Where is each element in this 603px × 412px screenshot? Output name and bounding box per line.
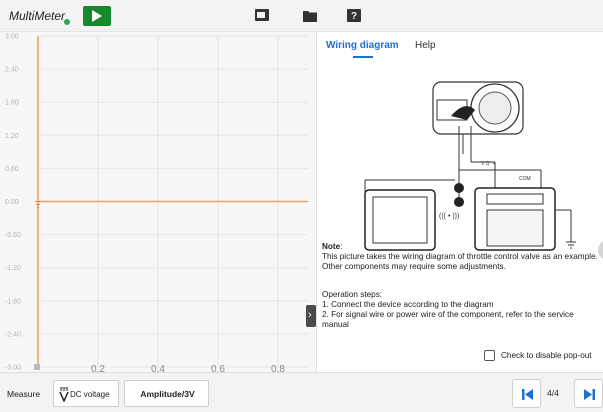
y-tick-label: -3.00 bbox=[5, 365, 21, 372]
amplitude-label: Amplitude/3V bbox=[140, 389, 195, 399]
x-tick-label: 0.8 bbox=[271, 364, 285, 372]
y-tick-label: -0.60 bbox=[5, 232, 21, 239]
y-tick-label: -1.20 bbox=[5, 265, 21, 272]
wiring-diagram-image: V Ω ➝ COM ((( • ))) bbox=[364, 81, 576, 251]
y-tick-label: 3.00 bbox=[5, 34, 19, 41]
active-tab-indicator bbox=[353, 56, 373, 58]
skip-previous-icon bbox=[522, 389, 533, 400]
v-ohm-label: V Ω ➝ bbox=[481, 161, 495, 167]
next-page-button[interactable] bbox=[574, 379, 603, 408]
throttle-body-icon bbox=[432, 81, 524, 154]
dc-voltage-icon bbox=[59, 387, 69, 402]
y-tick-label: 1.80 bbox=[5, 100, 19, 107]
y-tick-label: 0.60 bbox=[5, 166, 19, 173]
status-dot-icon bbox=[64, 19, 70, 25]
skip-next-icon bbox=[584, 389, 595, 400]
y-tick-label: 1.20 bbox=[5, 133, 19, 140]
note-section: Note: This picture takes the wiring diag… bbox=[322, 242, 598, 271]
y-tick-label: 2.40 bbox=[5, 67, 19, 74]
ops-title: Operation steps: bbox=[322, 290, 383, 299]
connector-icon bbox=[454, 197, 464, 207]
x-tick-label: 0.6 bbox=[211, 364, 225, 372]
note-text: This picture takes the wiring diagram of… bbox=[322, 252, 598, 271]
ops-step: 2. For signal wire or power wire of the … bbox=[322, 310, 574, 329]
amplitude-button[interactable]: Amplitude/3V bbox=[124, 380, 209, 407]
bottom-toolbar: Measure DC voltage Amplitude/3V 4/4 bbox=[0, 372, 603, 412]
app-title: MultiMeter bbox=[9, 9, 66, 23]
info-panel: Wiring diagram Help V Ω ➝ COM (((•))) … bbox=[316, 32, 603, 372]
top-toolbar: MultiMeter ? bbox=[0, 0, 603, 32]
multimeter-app: MultiMeter ? 3.00 2.40 1.80 1.20 0.60 0.00 -0.… bbox=[0, 0, 603, 412]
x-tick-label: 0.4 bbox=[151, 364, 165, 372]
chart-canvas[interactable]: 3.00 2.40 1.80 1.20 0.60 0.00 -0.60 -1.20 -1.80 -… bbox=[0, 32, 316, 372]
help-icon[interactable]: ? bbox=[346, 8, 362, 23]
svg-text:?: ? bbox=[351, 11, 357, 22]
disable-popout-checkbox[interactable] bbox=[484, 350, 495, 361]
wireless-icon: ((( • ))) bbox=[439, 213, 459, 220]
page-indicator: 4/4 bbox=[547, 388, 559, 398]
trigger-marker-icon bbox=[34, 364, 40, 370]
dc-voltage-label: DC voltage bbox=[70, 390, 110, 399]
play-button[interactable] bbox=[83, 6, 111, 26]
previous-page-button[interactable] bbox=[512, 379, 541, 408]
waveform-chart[interactable]: 3.00 2.40 1.80 1.20 0.60 0.00 -0.60 -1.20 -1.80 -… bbox=[0, 32, 316, 372]
multimeter-box-icon bbox=[474, 187, 576, 251]
note-label: Note bbox=[322, 242, 341, 251]
checkbox-label: Check to disable pop-out bbox=[501, 351, 592, 360]
com-label: COM bbox=[519, 176, 531, 182]
screenshot-icon[interactable] bbox=[254, 8, 270, 23]
dc-voltage-button[interactable]: DC voltage bbox=[53, 380, 119, 407]
measure-label: Measure bbox=[7, 389, 41, 399]
play-icon bbox=[92, 10, 102, 22]
ops-step: 1. Connect the device according to the d… bbox=[322, 300, 494, 309]
connector-icon bbox=[454, 183, 464, 193]
y-tick-label: 0.00 bbox=[5, 199, 19, 206]
y-tick-label: -2.40 bbox=[5, 331, 21, 338]
x-tick-label: 0.2 bbox=[91, 364, 105, 372]
folder-icon[interactable] bbox=[302, 8, 318, 23]
tab-help[interactable]: Help bbox=[415, 40, 436, 51]
chevron-right-icon: › bbox=[308, 309, 312, 321]
y-tick-label: -1.80 bbox=[5, 298, 21, 305]
tab-wiring-diagram[interactable]: Wiring diagram bbox=[326, 40, 399, 51]
operation-steps: Operation steps: 1. Connect the device a… bbox=[322, 290, 600, 330]
collapse-panel-button[interactable]: › bbox=[306, 305, 316, 327]
